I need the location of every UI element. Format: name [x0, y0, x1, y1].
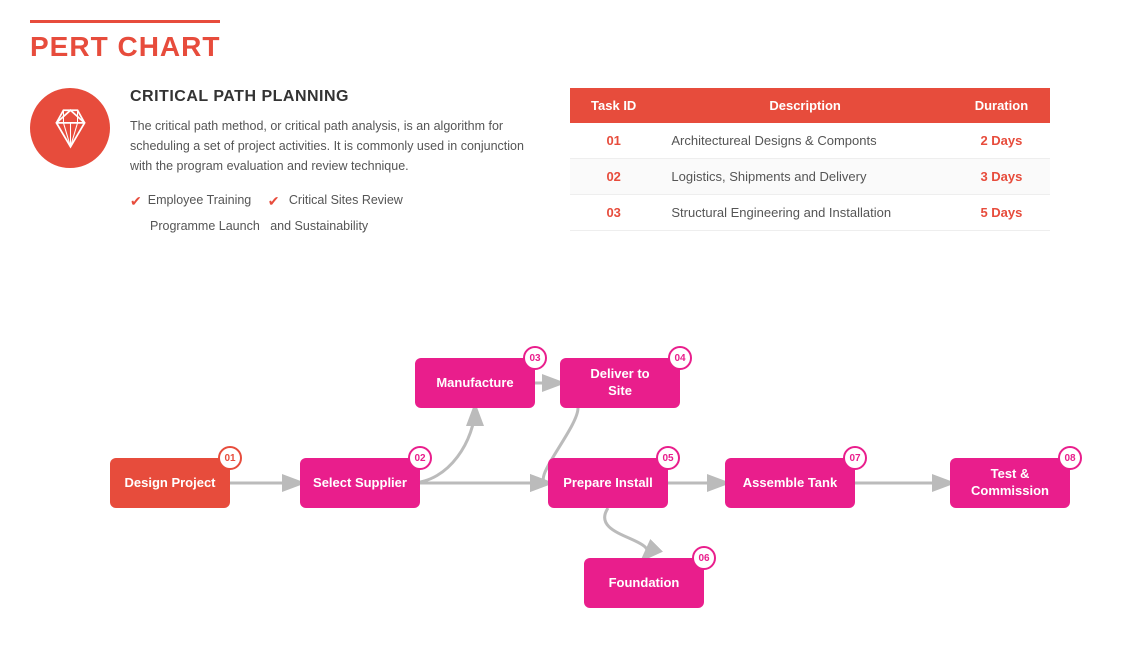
- checklist-row-1: ✔ Employee Training ✔ Critical Sites Rev…: [130, 188, 530, 215]
- table-header-row: Task ID Description Duration: [570, 88, 1050, 123]
- description-body: The critical path method, or critical pa…: [130, 116, 530, 176]
- cell-duration: 5 Days: [953, 195, 1050, 231]
- col-taskid: Task ID: [570, 88, 657, 123]
- node-badge-08: 08: [1058, 446, 1082, 470]
- top-section: CRITICAL PATH PLANNING The critical path…: [30, 88, 1113, 238]
- title-plain: PERT: [30, 31, 117, 62]
- checklist-item-1: Employee Training: [148, 189, 262, 213]
- table-row: 03 Structural Engineering and Installati…: [570, 195, 1050, 231]
- cell-id: 02: [570, 159, 657, 195]
- pert-node-08: Test &Commission08: [950, 458, 1070, 508]
- cell-duration: 2 Days: [953, 123, 1050, 159]
- col-duration: Duration: [953, 88, 1050, 123]
- pert-node-06: Foundation06: [584, 558, 704, 608]
- cell-desc: Architectureal Designs & Componts: [657, 123, 952, 159]
- page-title: PERT CHART: [30, 31, 220, 63]
- tasks-table: Task ID Description Duration 01 Architec…: [570, 88, 1050, 231]
- pert-node-07: Assemble Tank07: [725, 458, 855, 508]
- checklist-item-3: Programme Launch and Sustainability: [150, 215, 368, 239]
- node-badge-01: 01: [218, 446, 242, 470]
- checkmark-icon-2: ✔: [268, 188, 280, 215]
- pert-node-04: Deliver toSite04: [560, 358, 680, 408]
- checklist-item-2: Critical Sites Review: [285, 189, 402, 213]
- table-row: 02 Logistics, Shipments and Delivery 3 D…: [570, 159, 1050, 195]
- table-row: 01 Architectureal Designs & Componts 2 D…: [570, 123, 1050, 159]
- description-block: CRITICAL PATH PLANNING The critical path…: [30, 88, 530, 238]
- title-bold: CHART: [117, 31, 220, 62]
- page-header: PERT CHART: [30, 20, 220, 63]
- node-badge-03: 03: [523, 346, 547, 370]
- pert-diagram: Design Project01 Select Supplier02 Manufac…: [30, 268, 1113, 548]
- section-title: CRITICAL PATH PLANNING: [130, 88, 530, 106]
- pert-node-02: Select Supplier02: [300, 458, 420, 508]
- page: PERT CHART CRITICAL PATH PLANNING: [0, 0, 1143, 568]
- pert-node-01: Design Project01: [110, 458, 230, 508]
- arrows-svg: [30, 268, 1130, 588]
- cell-desc: Logistics, Shipments and Delivery: [657, 159, 952, 195]
- checklist: ✔ Employee Training ✔ Critical Sites Rev…: [130, 188, 530, 238]
- node-badge-07: 07: [843, 446, 867, 470]
- node-badge-05: 05: [656, 446, 680, 470]
- cell-desc: Structural Engineering and Installation: [657, 195, 952, 231]
- node-badge-04: 04: [668, 346, 692, 370]
- node-badge-02: 02: [408, 446, 432, 470]
- table-body: 01 Architectureal Designs & Componts 2 D…: [570, 123, 1050, 231]
- cell-id: 01: [570, 123, 657, 159]
- cell-duration: 3 Days: [953, 159, 1050, 195]
- task-table: Task ID Description Duration 01 Architec…: [570, 88, 1050, 231]
- pert-node-03: Manufacture03: [415, 358, 535, 408]
- diamond-icon: [30, 88, 110, 168]
- checkmark-icon-1: ✔: [130, 188, 142, 215]
- col-description: Description: [657, 88, 952, 123]
- description-text: CRITICAL PATH PLANNING The critical path…: [130, 88, 530, 238]
- cell-id: 03: [570, 195, 657, 231]
- checklist-row-2: Programme Launch and Sustainability: [130, 215, 530, 239]
- node-badge-06: 06: [692, 546, 716, 570]
- pert-node-05: Prepare Install05: [548, 458, 668, 508]
